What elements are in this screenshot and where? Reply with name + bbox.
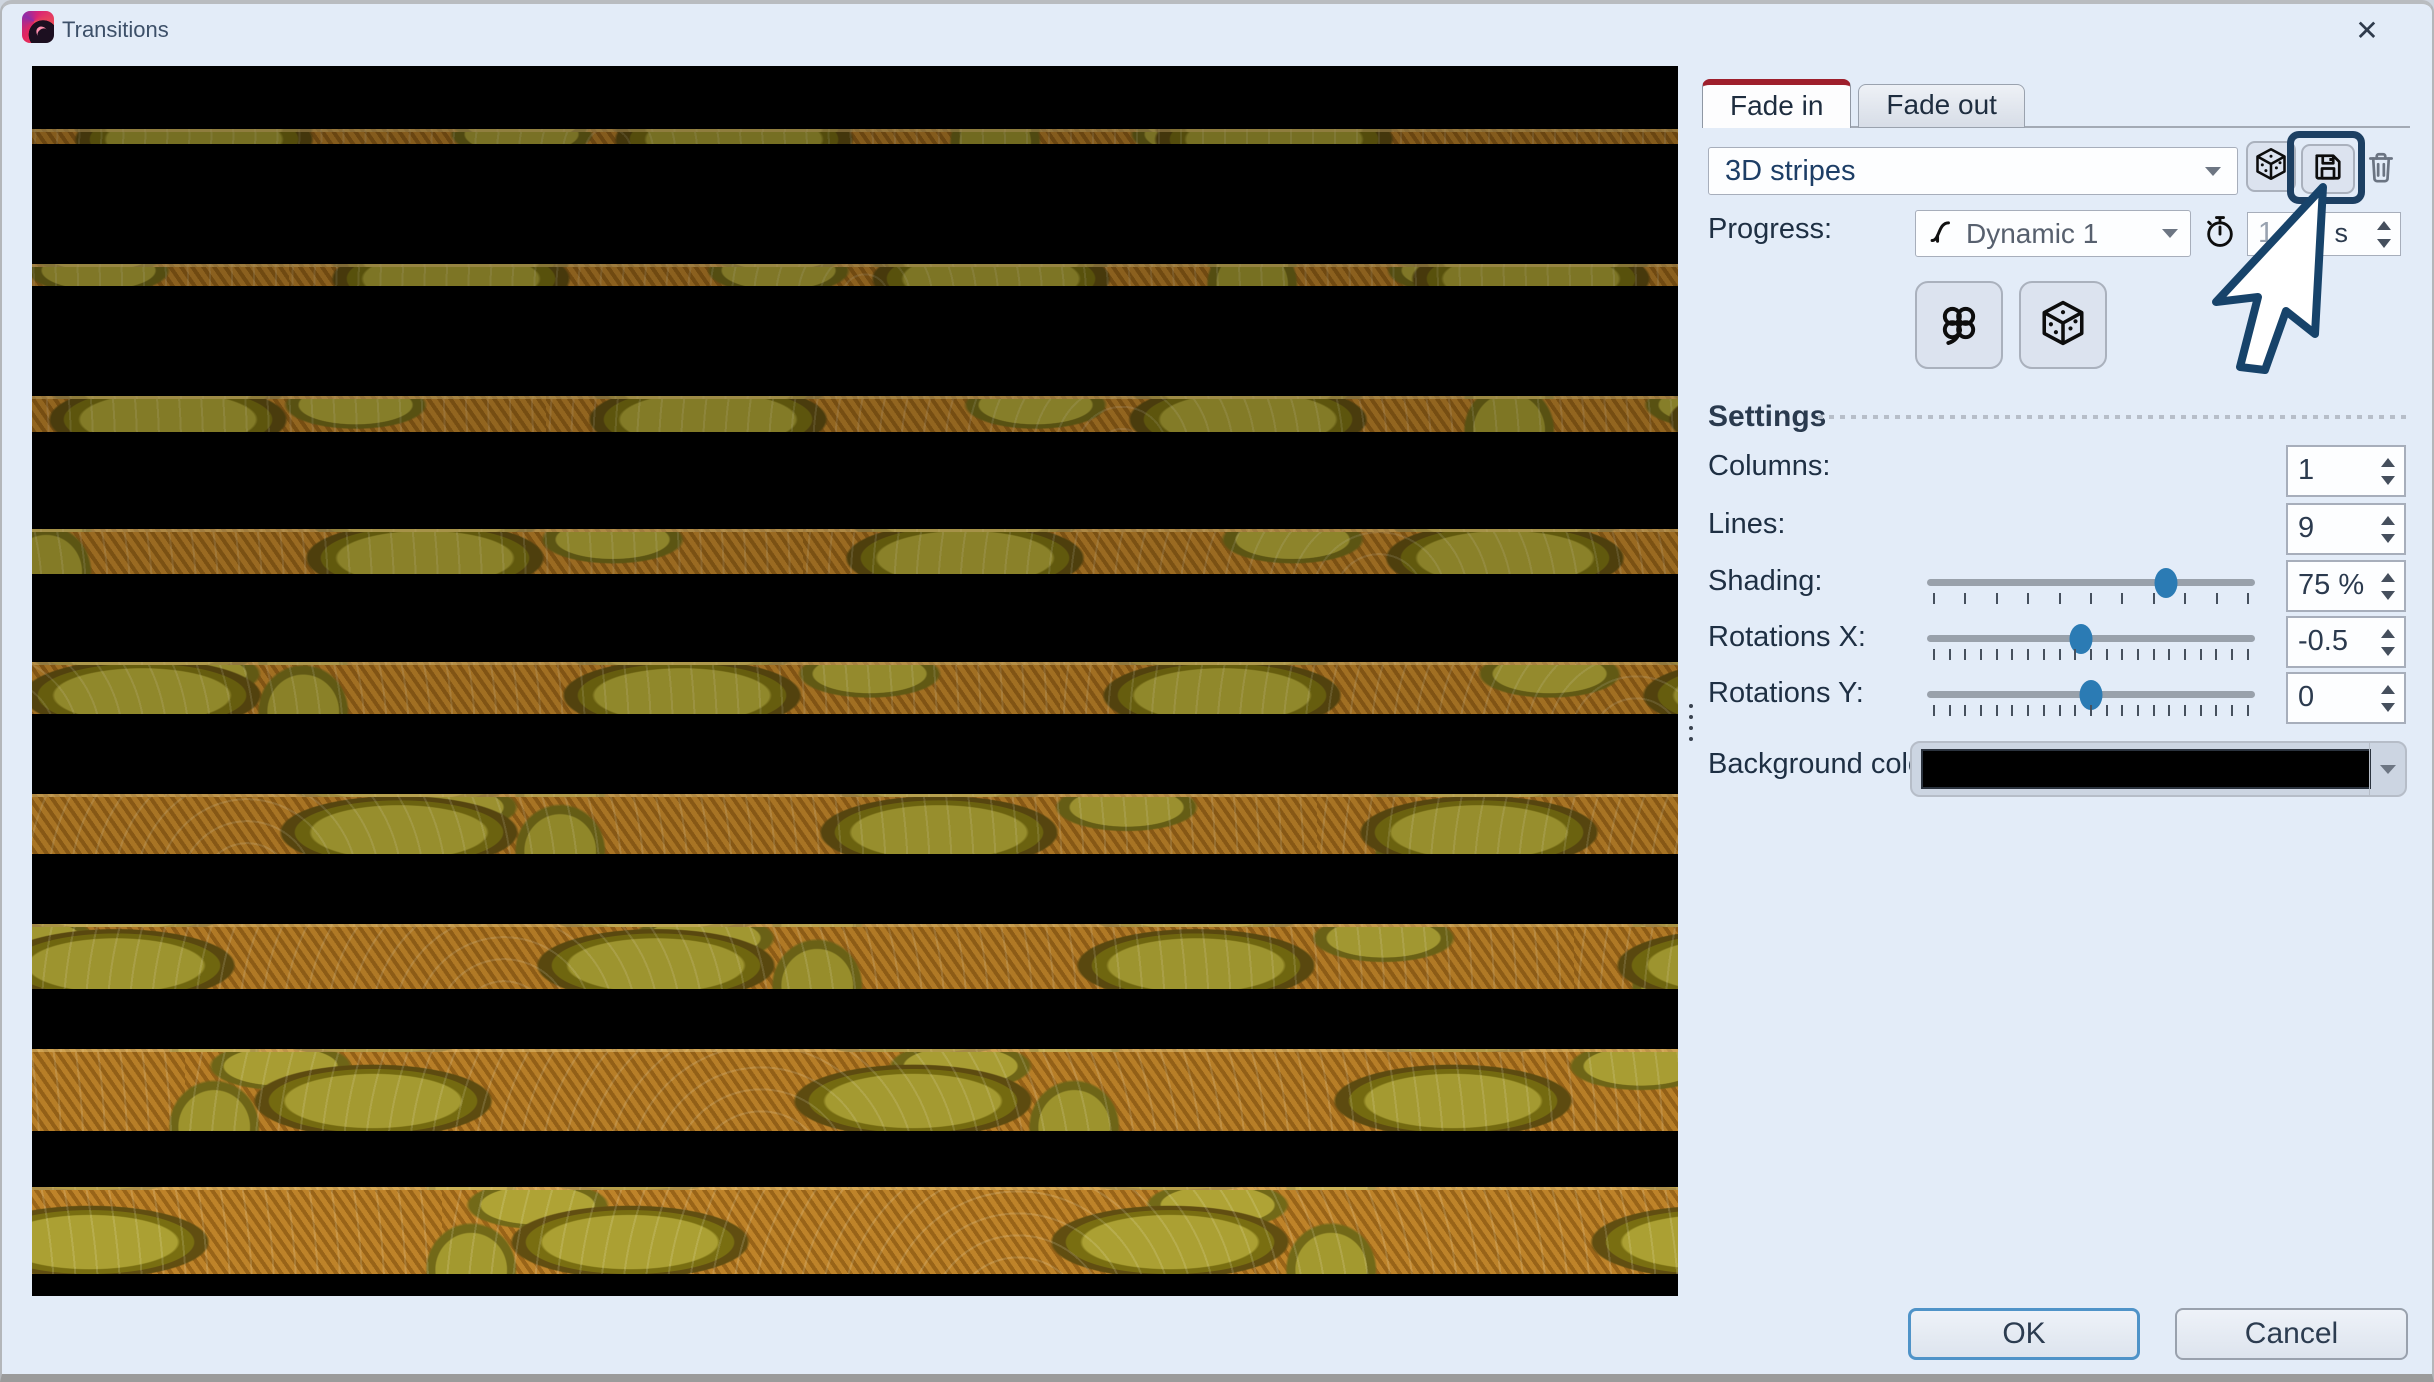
app-icon (22, 11, 54, 43)
rotations-y-input[interactable]: 0 (2286, 672, 2406, 724)
preview-stripe (32, 1187, 1678, 1274)
chevron-down-icon (2162, 229, 2178, 238)
preview-stripe (32, 264, 1678, 286)
preview-stripe (32, 1049, 1678, 1131)
color-dropdown-button[interactable] (2369, 743, 2405, 795)
tab-strip: Fade inFade out (1702, 79, 2025, 128)
slider-ticks (1933, 705, 2249, 716)
lucky-randomize-button[interactable] (1915, 281, 2003, 369)
window-title: Transitions (62, 17, 169, 43)
ok-button[interactable]: OK (1908, 1308, 2140, 1360)
rotations-y-label: Rotations Y: (1708, 677, 1864, 710)
clover-icon (1934, 298, 1984, 353)
preview-stripe (32, 129, 1678, 144)
lines-spinner[interactable] (2381, 505, 2395, 553)
columns-label: Columns: (1708, 450, 1831, 483)
transitions-dialog: Transitions ✕ Fade inFade out 3D stripes (0, 0, 2434, 1382)
shading-spinner[interactable] (2381, 562, 2395, 610)
rotations-y-value: 0 (2298, 681, 2314, 714)
columns-spinner[interactable] (2381, 447, 2395, 495)
shading-label: Shading: (1708, 565, 1823, 598)
preview-stripe (32, 794, 1678, 854)
settings-heading: Settings (1708, 400, 1826, 434)
dice-randomize-button[interactable] (2019, 281, 2107, 369)
progress-label: Progress: (1708, 213, 1832, 246)
shading-input[interactable]: 75 % (2286, 560, 2406, 612)
transition-preset-select[interactable]: 3D stripes (1708, 147, 2238, 195)
cancel-button[interactable]: Cancel (2175, 1308, 2408, 1360)
easing-value: Dynamic 1 (1966, 218, 2098, 250)
splitter-grip[interactable] (1689, 697, 1695, 748)
close-button[interactable]: ✕ (2344, 12, 2390, 50)
background-color-label: Background color: (1708, 748, 1942, 781)
title-bar: Transitions ✕ (2, 4, 2432, 62)
rotations-y-slider[interactable] (1927, 678, 2255, 720)
chevron-down-icon (2380, 765, 2396, 774)
background-color-picker[interactable] (1910, 741, 2407, 797)
duration-spinner[interactable] (2377, 213, 2391, 255)
preview-stripe (32, 662, 1678, 714)
easing-select[interactable]: Dynamic 1 (1915, 210, 2191, 257)
preview-stripe (32, 924, 1678, 989)
shading-slider[interactable] (1927, 566, 2255, 608)
slider-ticks (1933, 593, 2249, 604)
columns-input[interactable]: 1 (2286, 445, 2406, 497)
rotations-x-spinner[interactable] (2381, 618, 2395, 666)
tab-fade-in[interactable]: Fade in (1702, 79, 1851, 128)
rotations-y-spinner[interactable] (2381, 674, 2395, 722)
preview-stripe (32, 529, 1678, 574)
rotations-x-label: Rotations X: (1708, 621, 1866, 654)
lines-input[interactable]: 9 (2286, 503, 2406, 555)
columns-value: 1 (2298, 454, 2314, 487)
lines-value: 9 (2298, 512, 2314, 545)
tab-fade-out[interactable]: Fade out (1858, 84, 2025, 128)
slider-track[interactable] (1927, 579, 2255, 586)
easing-curve-icon (1928, 216, 1958, 251)
preview-stripe (32, 396, 1678, 432)
rotations-x-value: -0.5 (2298, 625, 2348, 658)
slider-ticks (1933, 649, 2249, 660)
cursor-arrow-graphic (2205, 165, 2340, 380)
trash-icon (2364, 148, 2398, 191)
shading-value: 75 % (2298, 569, 2364, 602)
rotations-x-input[interactable]: -0.5 (2286, 616, 2406, 668)
preset-value: 3D stripes (1725, 155, 1856, 188)
lines-label: Lines: (1708, 508, 1785, 541)
delete-transition-button[interactable] (2362, 148, 2400, 190)
rotations-x-slider[interactable] (1927, 622, 2255, 664)
settings-separator (1818, 415, 2408, 419)
dice-icon (2038, 298, 2088, 353)
transition-preview (32, 66, 1678, 1296)
color-swatch (1921, 749, 2371, 789)
